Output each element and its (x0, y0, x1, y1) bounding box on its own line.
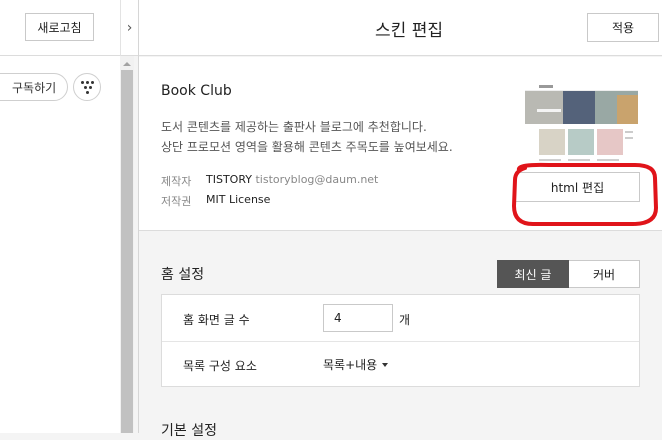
page-title: 스킨 편집 (375, 20, 443, 41)
author-value: TISTORY tistoryblog@daum.net (206, 173, 378, 186)
skin-name: Book Club (161, 83, 232, 99)
scroll-thumb[interactable] (121, 70, 133, 433)
apply-button[interactable]: 적용 (587, 13, 659, 42)
post-count-label: 홈 화면 글 수 (183, 313, 250, 327)
refresh-button[interactable]: 새로고침 (25, 13, 94, 41)
preview-toolbar: 새로고침 (0, 0, 120, 56)
thumbnail-card (597, 129, 623, 155)
chevron-right-icon: › (126, 19, 133, 36)
more-menu-button[interactable] (73, 73, 101, 101)
license-value: MIT License (206, 193, 271, 206)
thumbnail-topbar (525, 83, 638, 91)
panel-header: 스킨 편집 적용 (139, 0, 662, 56)
list-elements-value: 목록+내용 (323, 358, 378, 372)
subscribe-button-label: 구독하기 (12, 80, 57, 95)
skin-description-line-1: 도서 콘텐츠를 제공하는 출판사 블로그에 추천합니다. (161, 120, 427, 134)
highlight-annotation (512, 162, 658, 226)
thumbnail-hero-image (525, 91, 638, 124)
home-view-toggle: 최신 글 커버 (497, 260, 640, 288)
thumbnail-card (568, 129, 594, 155)
collapse-panel-toggle[interactable]: › (120, 0, 138, 56)
toggle-cover[interactable]: 커버 (569, 260, 640, 288)
row-divider (162, 341, 639, 342)
skin-description-line-2: 상단 프로모션 영역을 활용해 콘텐츠 주목도를 높여보세요. (161, 140, 453, 154)
author-label: 제작자 (161, 175, 192, 188)
list-elements-select[interactable]: 목록+내용 (323, 356, 389, 373)
subscribe-button[interactable]: 구독하기 (0, 73, 68, 101)
home-settings-title: 홈 설정 (161, 267, 205, 283)
thumbnail-card (539, 129, 565, 155)
blog-preview-pane: 새로고침 구독하기 (0, 0, 120, 433)
post-count-unit: 개 (399, 313, 411, 327)
toggle-latest-posts[interactable]: 최신 글 (497, 260, 569, 288)
skin-preview-thumbnail (525, 83, 638, 170)
basic-settings-title: 기본 설정 (161, 423, 217, 439)
author-name: TISTORY (206, 173, 252, 186)
post-count-input[interactable] (323, 304, 393, 332)
skin-settings-panel: 스킨 편집 적용 Book Club 도서 콘텐츠를 제공하는 출판사 블로그에… (139, 0, 662, 439)
home-settings-table: 홈 화면 글 수 개 목록 구성 요소 목록+내용 (161, 294, 640, 387)
caret-down-icon (382, 362, 389, 367)
preview-scrollbar[interactable] (120, 56, 134, 433)
license-label: 저작권 (161, 195, 192, 208)
list-elements-label: 목록 구성 요소 (183, 359, 257, 373)
author-email: tistoryblog@daum.net (255, 173, 379, 186)
scroll-up-arrow-icon[interactable] (123, 62, 131, 66)
